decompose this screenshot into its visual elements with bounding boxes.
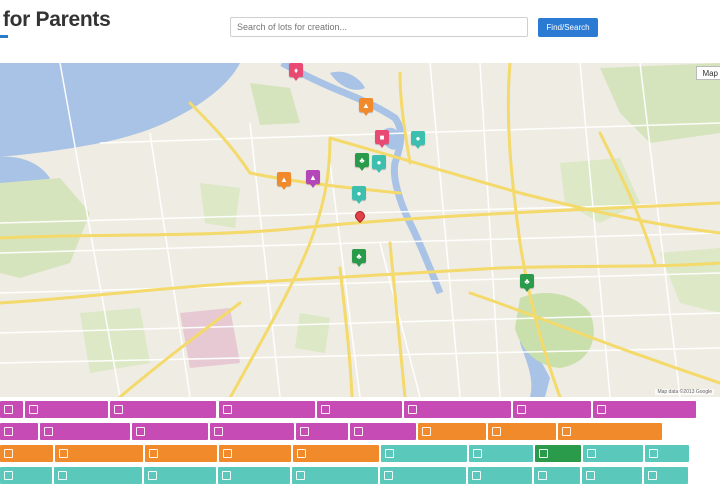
category-tag[interactable] (317, 401, 402, 418)
category-tag[interactable] (144, 467, 216, 484)
category-tag[interactable] (219, 401, 315, 418)
search-button[interactable]: Find/Search (538, 18, 598, 37)
category-tag[interactable] (558, 423, 662, 440)
category-tags (0, 401, 720, 484)
category-tag[interactable] (644, 467, 688, 484)
category-tag[interactable] (350, 423, 416, 440)
category-tag[interactable] (380, 467, 466, 484)
category-tag[interactable] (145, 445, 217, 462)
map-attribution: Map data ©2013 Google (655, 389, 714, 395)
map-canvas (0, 63, 720, 397)
category-tag[interactable] (0, 401, 23, 418)
category-tag[interactable] (404, 401, 511, 418)
museum-icon[interactable]: ▲ (306, 170, 320, 188)
category-tag[interactable] (40, 423, 130, 440)
school-icon[interactable]: ▲ (359, 98, 373, 116)
park-icon[interactable]: ♣ (520, 274, 534, 292)
category-tag[interactable] (513, 401, 591, 418)
park-icon[interactable]: ♣ (352, 249, 366, 267)
category-tag[interactable] (0, 445, 53, 462)
category-tag[interactable] (25, 401, 108, 418)
category-tag[interactable] (468, 467, 532, 484)
category-tag[interactable] (381, 445, 467, 462)
category-tag[interactable] (218, 467, 290, 484)
category-tag[interactable] (535, 445, 581, 462)
category-tag[interactable] (132, 423, 208, 440)
search-input[interactable] (230, 17, 528, 37)
category-tag[interactable] (292, 467, 378, 484)
category-tag[interactable] (488, 423, 556, 440)
category-tag[interactable] (296, 423, 348, 440)
theatre-icon[interactable]: ♦ (289, 63, 303, 81)
category-tag[interactable] (582, 467, 642, 484)
category-tag[interactable] (645, 445, 689, 462)
site-header: e for Parents Find/Search (0, 0, 720, 62)
category-tag[interactable] (54, 467, 142, 484)
category-tag[interactable] (55, 445, 143, 462)
map-type-button[interactable]: Map (696, 66, 720, 80)
category-tag[interactable] (110, 401, 216, 418)
category-tag[interactable] (418, 423, 486, 440)
cafe-icon[interactable]: ● (411, 131, 425, 149)
school-icon[interactable]: ▲ (277, 172, 291, 190)
category-tag[interactable] (210, 423, 294, 440)
category-tag[interactable] (0, 423, 38, 440)
cafe-icon[interactable]: ● (352, 186, 366, 204)
cafe-icon[interactable]: ● (372, 155, 386, 173)
park-icon[interactable]: ♣ (355, 153, 369, 171)
category-tag[interactable] (583, 445, 643, 462)
logo-underline (0, 35, 8, 38)
map-view[interactable]: Map ♦ ▲ ■ ● ♣ ● ▲ ▲ ● ♣ ♣ Map data ©2013… (0, 63, 720, 397)
category-tag[interactable] (593, 401, 696, 418)
category-tag[interactable] (219, 445, 291, 462)
theatre-icon[interactable]: ■ (375, 130, 389, 148)
category-tag[interactable] (0, 467, 52, 484)
category-tag[interactable] (469, 445, 533, 462)
category-tag[interactable] (534, 467, 580, 484)
site-logo[interactable]: e for Parents (0, 8, 111, 32)
category-tag[interactable] (293, 445, 379, 462)
